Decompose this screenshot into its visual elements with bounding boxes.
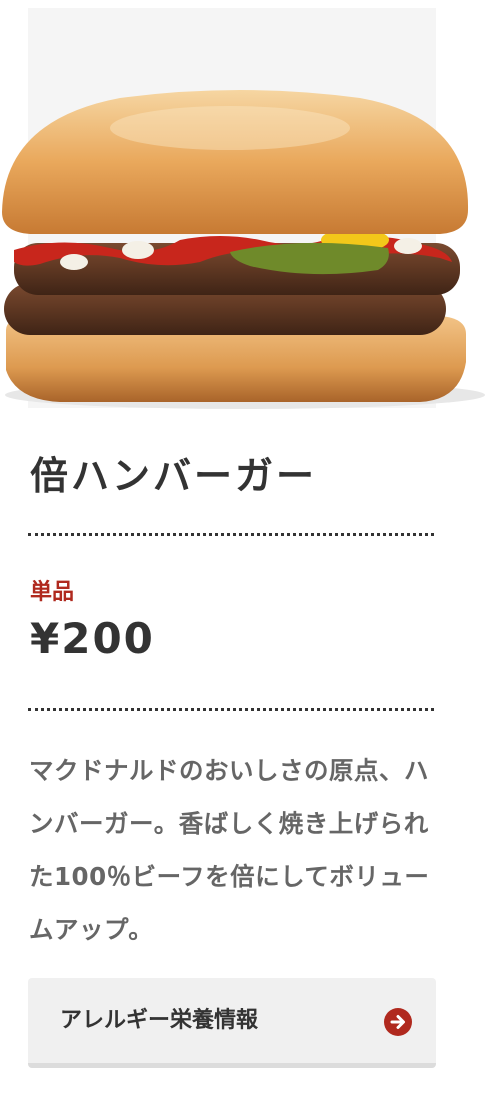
dotted-divider-top <box>28 533 434 536</box>
price-value: ¥200 <box>30 614 155 663</box>
product-description: マクドナルドのおいしさの原点、ハンバーガー。香ばしく焼き上げられた100％ビーフ… <box>29 756 430 944</box>
hamburger-illustration <box>2 90 485 409</box>
allergy-nutrition-label: アレルギー栄養情報 <box>60 1008 259 1033</box>
allergy-nutrition-button[interactable]: アレルギー栄養情報 <box>28 978 436 1068</box>
product-title: 倍ハンバーガー <box>30 454 318 498</box>
arrow-right-circle-icon <box>384 1008 412 1036</box>
price-label: 単品 <box>30 580 75 605</box>
dotted-divider-bottom <box>28 708 434 711</box>
product-image <box>0 0 490 415</box>
